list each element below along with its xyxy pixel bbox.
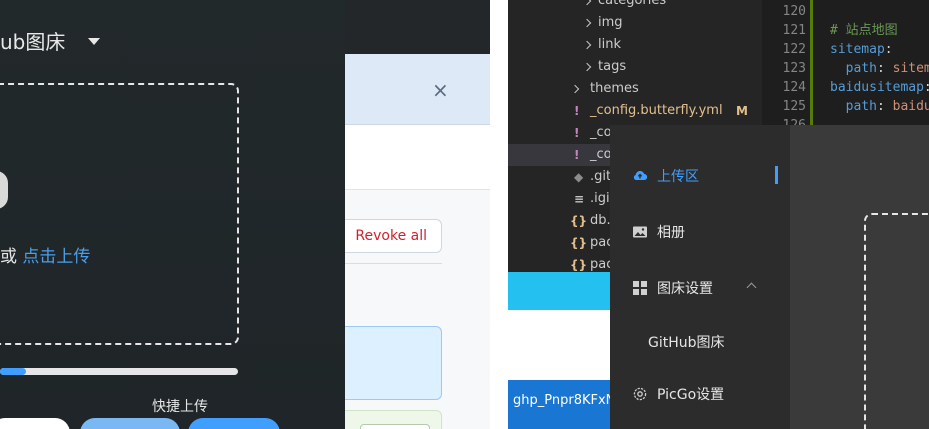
chevron-right-icon[interactable] — [582, 18, 592, 28]
chevron-right-icon[interactable] — [582, 0, 592, 6]
yaml-icon: ! — [574, 104, 580, 118]
menu-item-label: 图床设置 — [657, 281, 713, 297]
explorer-item[interactable]: link — [508, 34, 762, 56]
code-line[interactable]: 120 — [762, 2, 929, 21]
code-token: # 站点地图 — [830, 23, 898, 38]
code-token: path — [830, 61, 877, 76]
menu-item-label: 上传区 — [657, 169, 699, 185]
upload-format-button[interactable] — [0, 418, 70, 429]
json-icon: {} — [570, 236, 588, 250]
explorer-item-label: db. — [590, 213, 611, 228]
code-line[interactable]: 124 baidusitemap: — [762, 78, 929, 97]
menu-item[interactable]: 相册 — [610, 214, 790, 250]
explorer-item-label: .igi — [590, 191, 610, 206]
explorer-item-label: tags — [598, 59, 627, 74]
flash-banner — [345, 54, 490, 125]
code-text: path: sitem — [830, 59, 929, 78]
code-line[interactable]: 121 # 站点地图 — [762, 21, 929, 40]
browser-header — [345, 0, 490, 54]
gear-icon — [632, 386, 648, 402]
upload-drop-zone[interactable] — [0, 83, 239, 345]
explorer-item-label: link — [598, 37, 621, 52]
code-line[interactable]: 125 path: baidu — [762, 97, 929, 116]
explorer-item-label: themes — [590, 81, 639, 96]
code-line[interactable]: 123 path: sitem — [762, 59, 929, 78]
chevron-right-icon[interactable] — [582, 62, 592, 72]
image-icon — [632, 224, 648, 240]
code-token: baidu — [892, 99, 929, 114]
menu-item-label: 相册 — [657, 225, 685, 241]
menu-item[interactable]: PicGo设置 — [610, 376, 790, 412]
success-box-button[interactable] — [360, 424, 430, 429]
code-token: path — [830, 99, 877, 114]
yaml-icon: ! — [574, 126, 580, 140]
lines-icon: ≡ — [574, 192, 585, 206]
code-text: # 站点地图 — [830, 21, 898, 40]
code-token: : — [884, 42, 893, 57]
explorer-item-label: .git — [590, 169, 612, 184]
menu-upload-drop-zone[interactable] — [864, 213, 929, 429]
menu-item-label: PicGo设置 — [657, 387, 725, 403]
line-number: 122 — [782, 42, 806, 57]
line-number: 123 — [782, 61, 806, 76]
divider — [345, 263, 442, 264]
explorer-item[interactable]: themes — [508, 78, 762, 100]
grid-icon — [632, 280, 648, 296]
explorer-item[interactable]: img — [508, 12, 762, 34]
explorer-item[interactable]: tags — [508, 56, 762, 78]
explorer-item-label: img — [598, 15, 623, 30]
drop-hint-prefix: 或 — [0, 247, 23, 267]
upload-cloud-icon — [632, 168, 648, 184]
code-token: : — [924, 80, 929, 95]
window-gap — [490, 0, 508, 429]
click-upload-link[interactable]: 点击上传 — [22, 247, 90, 267]
line-number: 120 — [782, 4, 806, 19]
code-token: sitemap — [830, 42, 885, 57]
menu-item[interactable]: 图床设置 — [610, 270, 790, 306]
explorer-item-label: _co — [590, 147, 612, 162]
code-text: baidusitemap: — [830, 78, 929, 97]
json-icon: {} — [570, 214, 588, 228]
code-token: : — [876, 99, 893, 114]
yaml-icon: ! — [574, 148, 580, 162]
dialog-subheader — [345, 125, 490, 190]
caret-down-icon[interactable] — [88, 38, 100, 45]
modified-badge: M — [736, 104, 748, 118]
code-token: : — [876, 61, 893, 76]
explorer-item-label: _co — [590, 125, 612, 140]
line-number: 121 — [782, 23, 806, 38]
image-host-title[interactable]: ub图床 — [0, 26, 65, 55]
menu-item[interactable]: 上传区 — [610, 158, 790, 194]
code-token: sitem — [892, 61, 929, 76]
submenu-item-github[interactable]: GitHub图床 — [648, 332, 725, 352]
page-header-bar — [508, 272, 610, 310]
code-text: sitemap: — [830, 40, 893, 59]
explorer-item[interactable]: categories — [508, 0, 762, 12]
git-icon: ◆ — [574, 170, 584, 184]
revoke-all-button[interactable]: Revoke all — [345, 219, 442, 253]
chevron-right-icon[interactable] — [582, 40, 592, 50]
clipboard-upload-button[interactable] — [80, 418, 180, 429]
drop-hint: 或 点击上传 — [0, 242, 90, 267]
chevron-right-icon[interactable] — [570, 84, 580, 94]
line-number: 125 — [782, 99, 806, 114]
explorer-item-label: categories — [598, 0, 667, 8]
upload-progress-fill — [0, 368, 27, 375]
access-token-text[interactable]: ghp_Pnpr8KFxN — [513, 393, 615, 408]
code-text: path: baidu — [830, 97, 929, 116]
code-line[interactable]: 122 sitemap: — [762, 40, 929, 59]
close-icon[interactable]: × — [432, 78, 449, 102]
quick-upload-label: 快捷上传 — [152, 399, 208, 415]
explorer-item-label: _config.butterfly.yml — [590, 103, 723, 118]
code-token: baidusitemap — [830, 80, 924, 95]
page-content — [508, 310, 610, 380]
info-box — [345, 326, 442, 400]
url-upload-button[interactable] — [188, 418, 280, 429]
explorer-item[interactable]: ! _config.butterfly.yml M — [508, 100, 762, 122]
line-number: 124 — [782, 80, 806, 95]
upload-progress-bar — [0, 368, 238, 375]
